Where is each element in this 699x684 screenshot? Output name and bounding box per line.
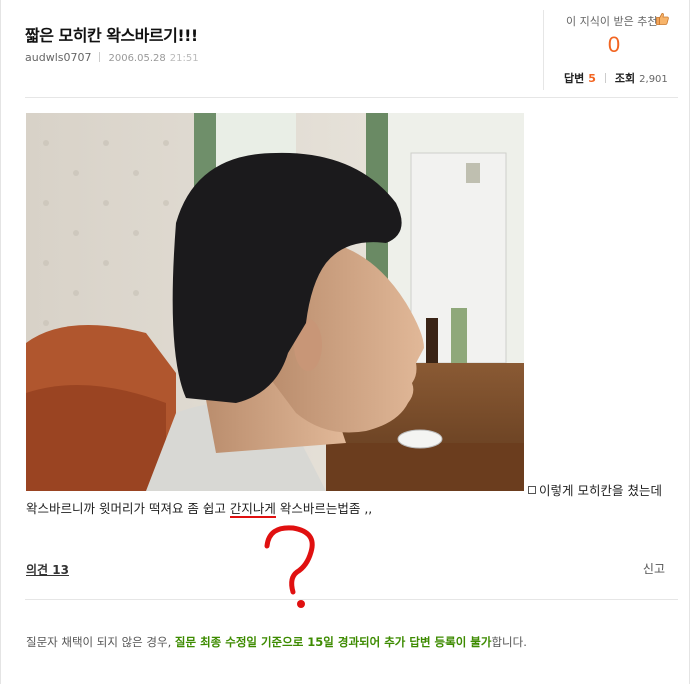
recommend-label: 이 지식이 받은 추천 [566, 15, 658, 28]
caption-text-part2: 왁스바르는법좀 ,, [275, 501, 373, 516]
question-meta: audwls0707 2006.05.28 21:51 [25, 51, 199, 64]
caption-text: 이렇게 모히칸을 쳤는데 [539, 483, 662, 498]
underlined-word: 간지나게 [229, 501, 276, 518]
question-text-line1: 이렇게 모히칸을 쳤는데 [528, 480, 662, 499]
recommend-box: 이 지식이 받은 추천 0 답변 5 조회 2,901 [543, 10, 684, 90]
views-label: 조회 [614, 72, 636, 85]
question-stats: 답변 5 조회 2,901 [564, 70, 668, 86]
notice-bold: 질문 최종 수정일 기준으로 15일 경과되어 추가 답변 등록이 불가 [174, 635, 492, 649]
caption-text-part1: 왁스바르니까 윗머리가 떡져요 좀 쉽고 [26, 501, 230, 516]
answer-notice: 질문자 채택이 되지 않은 경우, 질문 최종 수정일 기준으로 15일 경과되… [26, 634, 527, 650]
divider [604, 73, 606, 83]
question-card: 짧은 모히칸 왁스바르기!!! audwls0707 2006.05.28 21:5… [0, 0, 690, 684]
recommend-count: 0 [607, 32, 621, 57]
answers-label: 답변 [564, 72, 585, 85]
views-count: 2,901 [639, 74, 668, 85]
answers-count[interactable]: 5 [588, 72, 596, 85]
divider [25, 599, 678, 600]
notice-suffix: 합니다. [491, 635, 527, 649]
post-date: 2006.05.28 [108, 53, 166, 64]
thumbs-up-icon[interactable] [656, 12, 669, 25]
opinion-link[interactable]: 의견 13 [26, 561, 69, 578]
post-time: 21:51 [169, 53, 199, 64]
report-link[interactable]: 신고 [643, 560, 665, 577]
question-text-line2: 왁스바르니까 윗머리가 떡져요 좀 쉽고 간지나게 왁스바르는법좀 ,, [26, 498, 373, 518]
notice-prefix: 질문자 채택이 되지 않은 경우, [26, 635, 175, 649]
bullet-icon [528, 486, 536, 494]
divider [99, 52, 101, 62]
question-title: 짧은 모히칸 왁스바르기!!! [25, 26, 198, 45]
divider [25, 97, 678, 98]
question-photo[interactable] [26, 113, 524, 491]
author-link[interactable]: audwls0707 [25, 51, 91, 64]
